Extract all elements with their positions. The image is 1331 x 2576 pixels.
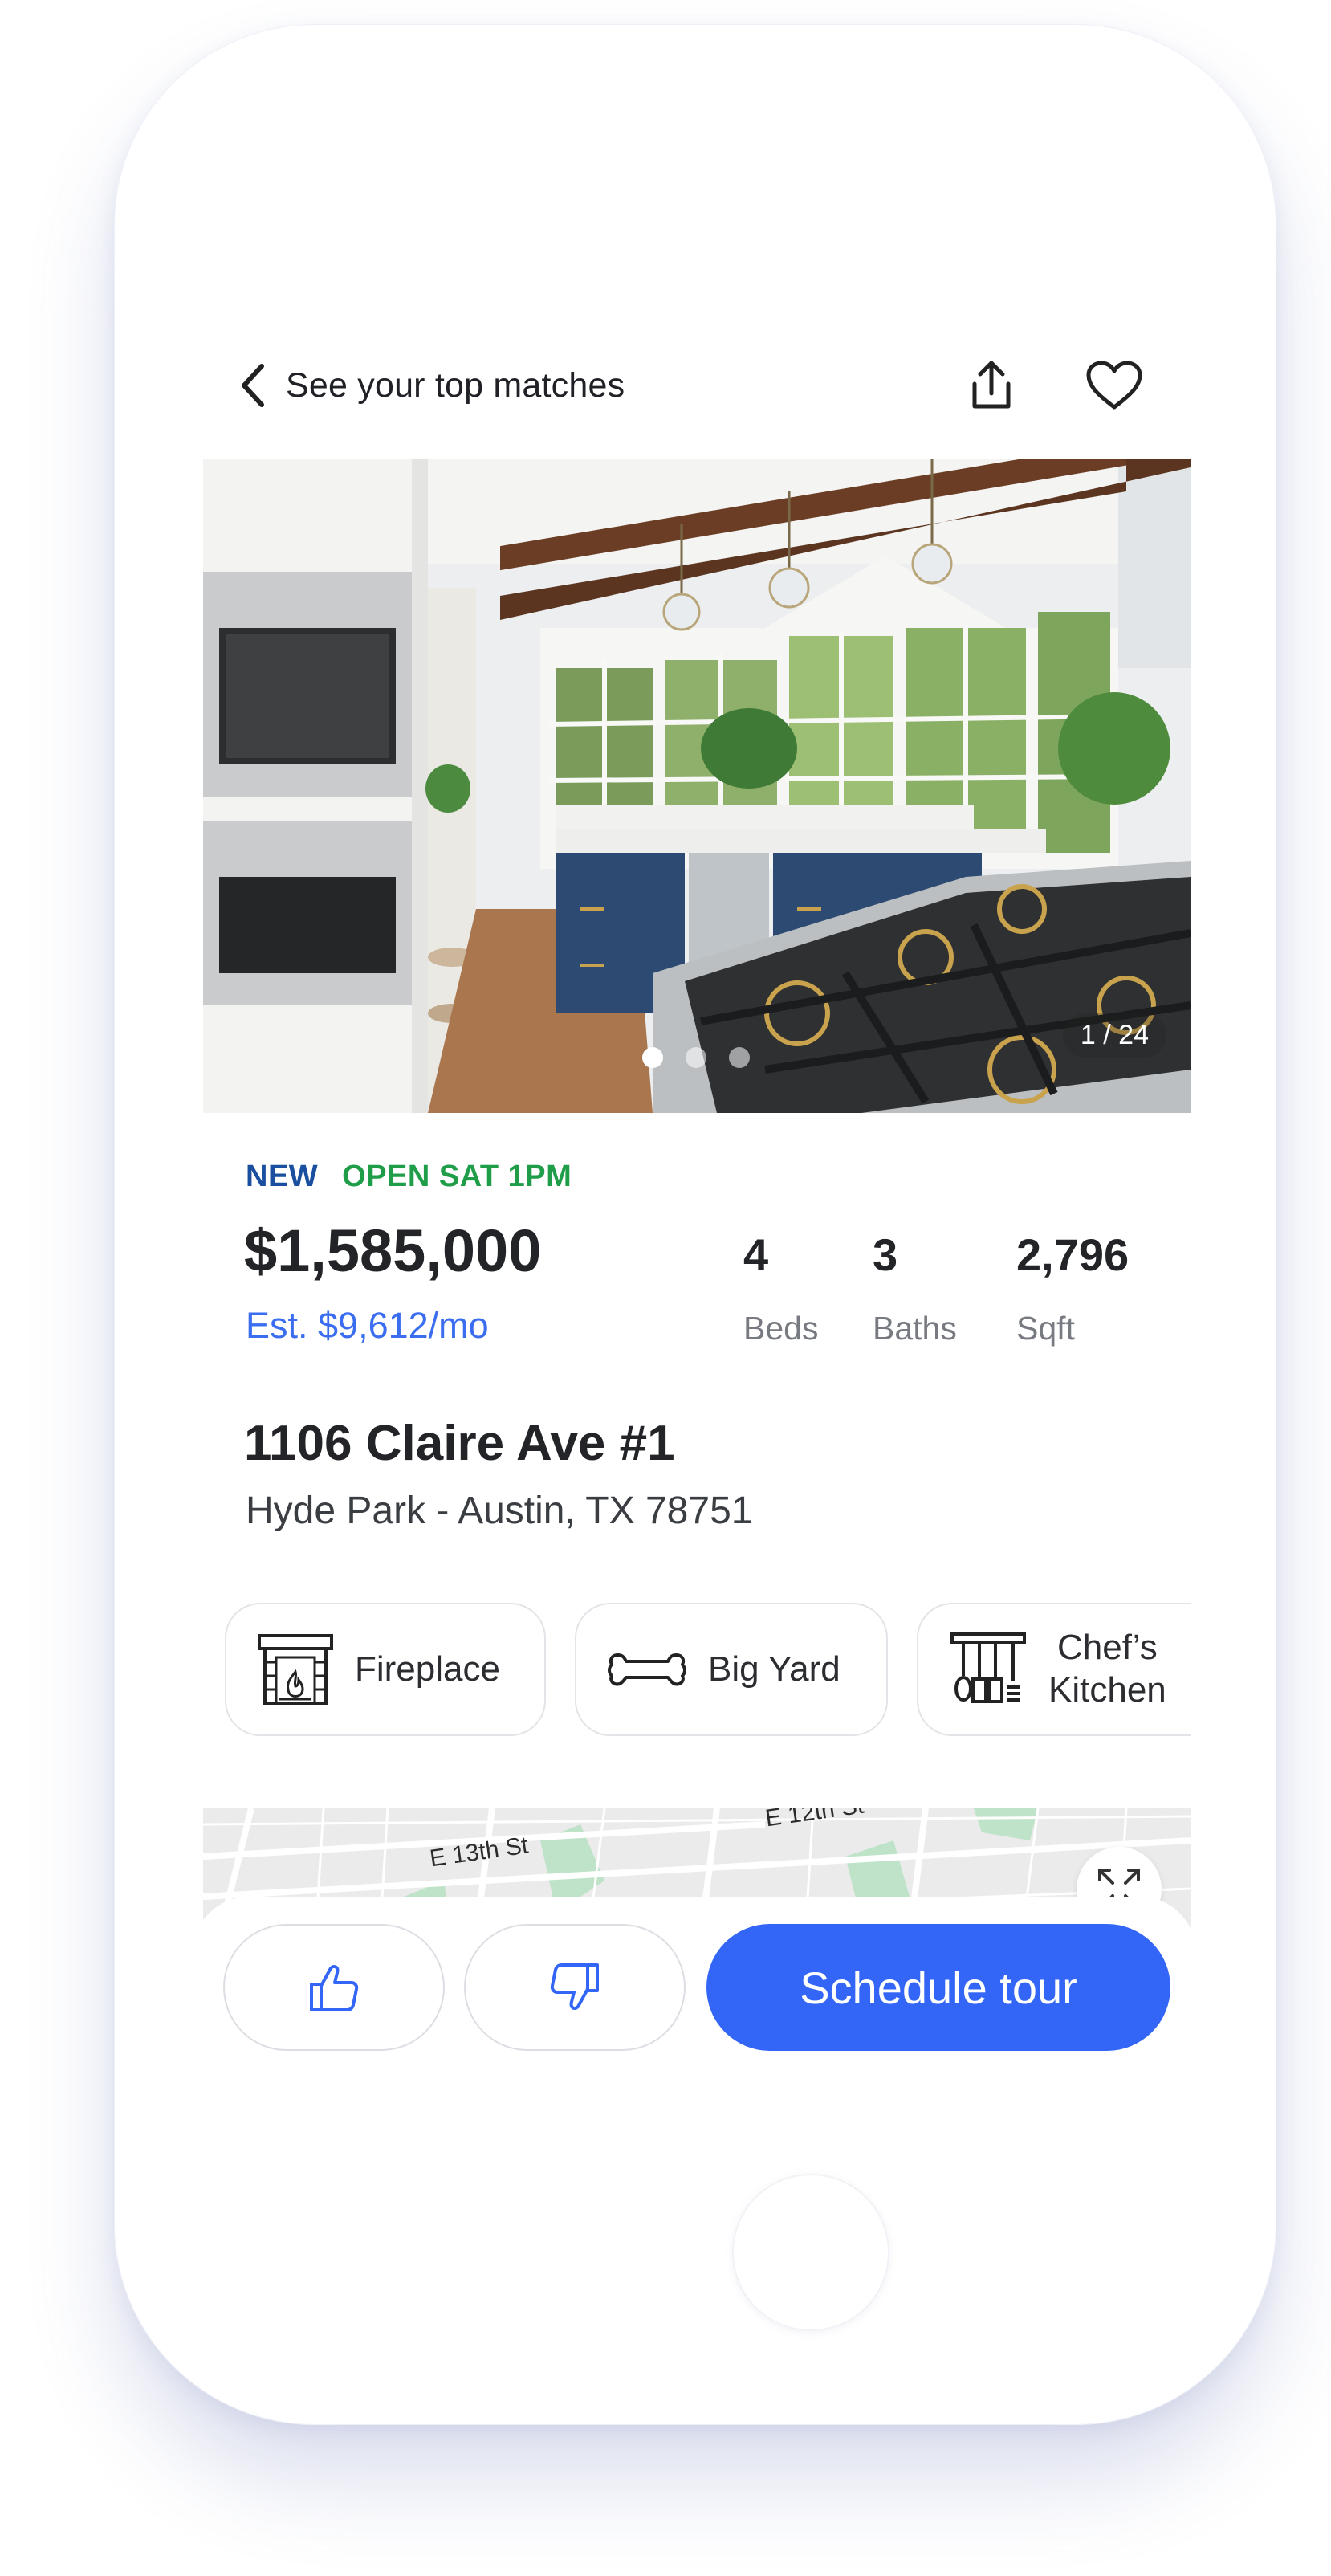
stat-baths: 3 Baths <box>873 1229 957 1347</box>
gallery-dot[interactable] <box>729 1047 750 1068</box>
feature-label-line: Kitchen <box>1048 1670 1166 1710</box>
feature-label-line: Chef’s <box>1057 1628 1158 1668</box>
stat-label: Beds <box>743 1310 819 1347</box>
like-button[interactable] <box>223 1924 445 2051</box>
heart-outline-icon <box>1086 361 1142 410</box>
stat-label: Sqft <box>1016 1310 1075 1347</box>
schedule-tour-button[interactable]: Schedule tour <box>706 1924 1170 2051</box>
gallery-dot[interactable] <box>642 1047 663 1068</box>
home-button[interactable] <box>732 2174 889 2331</box>
stat-value: 3 <box>873 1229 898 1280</box>
chevron-left-icon <box>242 364 264 407</box>
share-button[interactable] <box>963 350 1020 421</box>
action-bar: Schedule tour <box>193 1897 1196 2073</box>
feature-chips: Fireplace Big Yard Chef’s Kitchen <box>225 1603 1191 1738</box>
bone-icon <box>608 1653 686 1686</box>
stat-value: 4 <box>743 1229 769 1280</box>
share-icon <box>972 361 1011 409</box>
photo-counter: 1 / 24 <box>1062 1013 1166 1058</box>
feature-chip-big-yard[interactable]: Big Yard <box>575 1603 888 1736</box>
feature-label: Big Yard <box>708 1649 841 1689</box>
fireplace-icon <box>258 1634 333 1705</box>
feature-label: Chef’s Kitchen <box>1048 1627 1166 1712</box>
open-house-badge: OPEN SAT 1PM <box>342 1160 572 1193</box>
listing-photo[interactable]: 1 / 24 <box>203 459 1191 1113</box>
thumbs-down-icon <box>550 1963 599 2010</box>
back-button[interactable]: See your top matches <box>238 350 625 421</box>
feature-chip-fireplace[interactable]: Fireplace <box>225 1603 546 1736</box>
new-badge: NEW <box>246 1160 319 1193</box>
feature-chip-chefs-kitchen[interactable]: Chef’s Kitchen <box>917 1603 1191 1736</box>
listing-location: Hyde Park - Austin, TX 78751 <box>246 1490 753 1532</box>
kitchen-photo <box>203 459 1191 1113</box>
stat-label: Baths <box>873 1310 957 1347</box>
feature-label: Fireplace <box>355 1649 500 1689</box>
favorite-button[interactable] <box>1082 350 1146 421</box>
listing-badges: NEW OPEN SAT 1PM <box>246 1160 572 1194</box>
stat-beds: 4 Beds <box>743 1229 818 1347</box>
stat-value: 2,796 <box>1016 1229 1130 1280</box>
listing-address: 1106 Claire Ave #1 <box>244 1416 675 1471</box>
gallery-dots[interactable] <box>642 1047 750 1068</box>
dislike-button[interactable] <box>464 1924 686 2051</box>
stat-sqft: 2,796 Sqft <box>1016 1229 1129 1347</box>
back-label: See your top matches <box>286 365 625 405</box>
top-bar: See your top matches <box>238 350 1153 421</box>
kitchen-utensils-icon <box>950 1632 1026 1703</box>
thumbs-up-icon <box>310 1965 359 2011</box>
gallery-dot[interactable] <box>686 1047 706 1068</box>
listing-price: $1,585,000 <box>244 1217 542 1284</box>
monthly-estimate[interactable]: Est. $9,612/mo <box>246 1305 489 1347</box>
